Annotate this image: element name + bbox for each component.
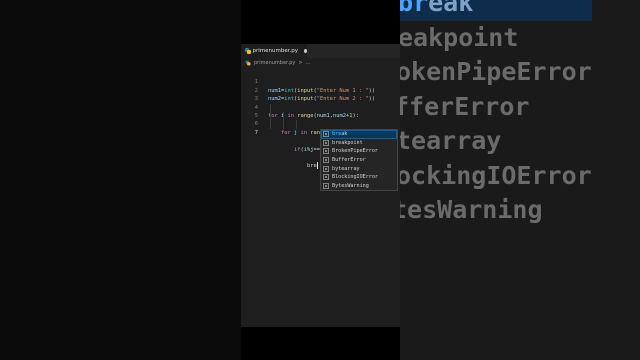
- tab-title: primenumber.py: [252, 48, 298, 54]
- zoom-item: tesWarning: [400, 195, 543, 224]
- class-icon: [323, 182, 329, 189]
- python-icon: [245, 60, 251, 66]
- code-line: 5 for j in range(2,i):: [241, 103, 400, 136]
- suggestion-label: BufferError: [332, 157, 366, 164]
- class-icon: [323, 174, 329, 181]
- zoom-item: okenPipeError: [400, 57, 592, 86]
- class-icon: [323, 148, 329, 155]
- suggestion-item[interactable]: BytesWarning: [321, 182, 397, 191]
- indent-guide: [283, 120, 284, 129]
- tab-primenumber[interactable]: primenumber.py: [241, 44, 307, 58]
- keyword-icon: [323, 139, 329, 146]
- zoom-item: tearray: [400, 126, 502, 155]
- tab-bar: primenumber.py: [241, 44, 400, 58]
- autocomplete-popup[interactable]: bre ak breakpoint BrokenPipeError BufferE…: [320, 129, 398, 191]
- suggestion-item[interactable]: bre ak: [321, 130, 397, 139]
- code-line: 2 num2=int(input("Enter Num 2 : ")): [241, 78, 400, 102]
- breadcrumb-file[interactable]: primenumber.py: [254, 60, 295, 66]
- class-icon: [323, 165, 329, 172]
- code-line: 3: [241, 87, 400, 102]
- indent-guide: [270, 111, 271, 121]
- code-line: 6 if(i%j==0):: [241, 111, 400, 153]
- text-cursor: [316, 162, 318, 170]
- breadcrumb: primenumber.py > ...: [241, 58, 400, 68]
- indent-guide: [296, 120, 297, 129]
- suggestion-label: breakpoint: [332, 139, 363, 146]
- code-area[interactable]: 1 num1=int(input("Enter Num 1 : ")) 2 nu…: [241, 70, 400, 170]
- code-line: 4 for i in range(num1,num2+1):: [241, 95, 400, 119]
- typed-text: bre: [306, 163, 317, 170]
- code-line: 1 num1=int(input("Enter Num 1 : ")): [241, 70, 400, 93]
- indent-guide: [270, 120, 271, 129]
- zoom-item: ockingIOError: [400, 160, 592, 190]
- indent-guide: [270, 103, 271, 112]
- zoom-item: eakpoint: [400, 22, 519, 52]
- suggestion-label: BrokenPipeError: [332, 148, 379, 155]
- left-letterbox: [0, 0, 241, 360]
- zoomed-suggestions-panel: break eakpoint okenPipeError fferError t…: [400, 0, 640, 360]
- suggestion-item[interactable]: BufferError: [321, 156, 397, 165]
- line-number: 7: [254, 129, 258, 136]
- breadcrumb-separator: >: [298, 60, 303, 66]
- python-icon: [245, 48, 251, 54]
- zoom-item: break: [400, 0, 592, 21]
- unsaved-dot-icon[interactable]: [304, 49, 307, 53]
- suggestion-label: bytearray: [332, 165, 360, 172]
- suggestion-label: BytesWarning: [332, 182, 369, 189]
- indent-guide: [283, 111, 284, 121]
- suggestion-label: BlockingIOError: [332, 174, 379, 181]
- zoom-item: fferError: [400, 91, 530, 121]
- class-icon: [323, 157, 329, 164]
- breadcrumb-more[interactable]: ...: [306, 60, 311, 66]
- suggestion-item[interactable]: breakpoint: [321, 139, 397, 148]
- suggestion-rest: ak: [341, 131, 348, 138]
- suggestion-item[interactable]: BlockingIOError: [321, 173, 397, 182]
- suggestion-item[interactable]: BrokenPipeError: [321, 147, 397, 156]
- keyword-icon: [323, 131, 329, 138]
- code-line: 7 bre: [241, 120, 400, 170]
- suggestion-item[interactable]: bytearray: [321, 164, 397, 173]
- line-code: bre: [268, 162, 318, 170]
